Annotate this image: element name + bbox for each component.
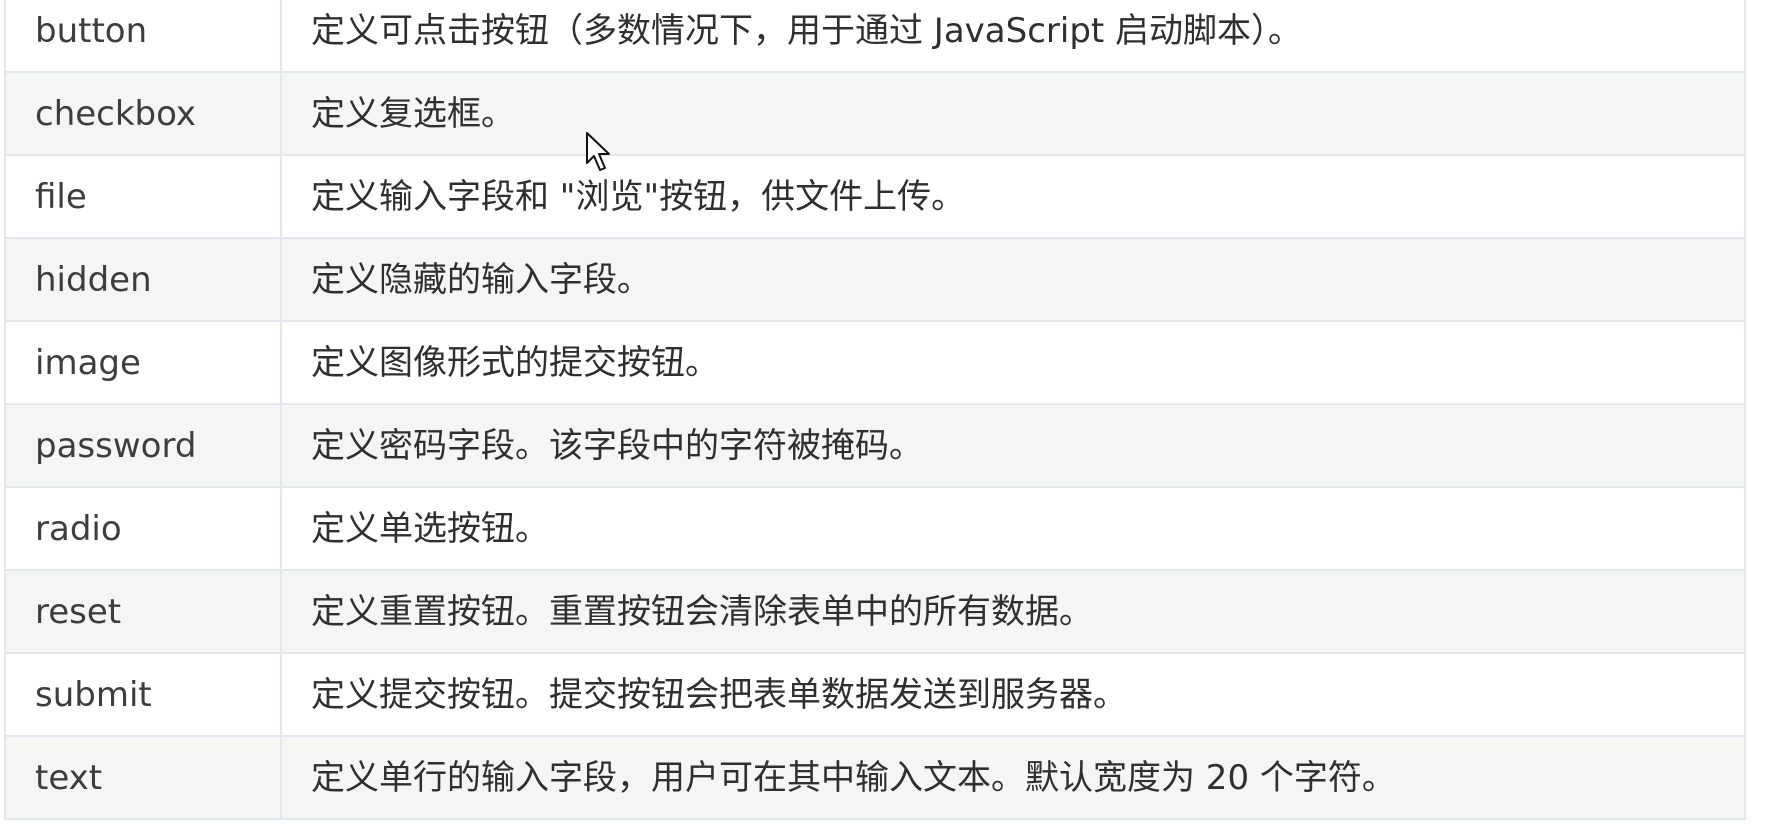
type-description-cell: 定义单行的输入字段，用户可在其中输入文本。默认宽度为 20 个字符。 (280, 735, 1746, 820)
type-description-cell: 定义输入字段和 "浏览"按钮，供文件上传。 (280, 154, 1746, 239)
type-description-cell: 定义隐藏的输入字段。 (280, 237, 1746, 322)
table-row: password 定义密码字段。该字段中的字符被掩码。 (4, 403, 1746, 488)
type-description-cell: 定义单选按钮。 (280, 486, 1746, 571)
type-value-cell: password (4, 403, 282, 488)
type-description-cell: 定义提交按钮。提交按钮会把表单数据发送到服务器。 (280, 652, 1746, 737)
page: button 定义可点击按钮（多数情况下，用于通过 JavaScript 启动脚… (0, 0, 1778, 828)
type-value-cell: radio (4, 486, 282, 571)
type-description-cell: 定义图像形式的提交按钮。 (280, 320, 1746, 405)
type-description-cell: 定义可点击按钮（多数情况下，用于通过 JavaScript 启动脚本）。 (280, 0, 1746, 73)
type-description-cell: 定义复选框。 (280, 71, 1746, 156)
type-value-cell: text (4, 735, 282, 820)
table-row: image 定义图像形式的提交按钮。 (4, 320, 1746, 405)
type-value-cell: image (4, 320, 282, 405)
mouse-pointer-icon (586, 132, 610, 171)
table-row: text 定义单行的输入字段，用户可在其中输入文本。默认宽度为 20 个字符。 (4, 735, 1746, 820)
table-row: file 定义输入字段和 "浏览"按钮，供文件上传。 (4, 154, 1746, 239)
type-value-cell: hidden (4, 237, 282, 322)
type-value-cell: reset (4, 569, 282, 654)
type-value-cell: button (4, 0, 282, 73)
table-row: button 定义可点击按钮（多数情况下，用于通过 JavaScript 启动脚… (4, 0, 1746, 73)
table-row: reset 定义重置按钮。重置按钮会清除表单中的所有数据。 (4, 569, 1746, 654)
type-value-cell: checkbox (4, 71, 282, 156)
table-row: radio 定义单选按钮。 (4, 486, 1746, 571)
input-type-table: button 定义可点击按钮（多数情况下，用于通过 JavaScript 启动脚… (4, 0, 1746, 820)
type-value-cell: submit (4, 652, 282, 737)
type-value-cell: file (4, 154, 282, 239)
table-row: checkbox 定义复选框。 (4, 71, 1746, 156)
table-row: submit 定义提交按钮。提交按钮会把表单数据发送到服务器。 (4, 652, 1746, 737)
type-description-cell: 定义密码字段。该字段中的字符被掩码。 (280, 403, 1746, 488)
type-description-cell: 定义重置按钮。重置按钮会清除表单中的所有数据。 (280, 569, 1746, 654)
table-row: hidden 定义隐藏的输入字段。 (4, 237, 1746, 322)
